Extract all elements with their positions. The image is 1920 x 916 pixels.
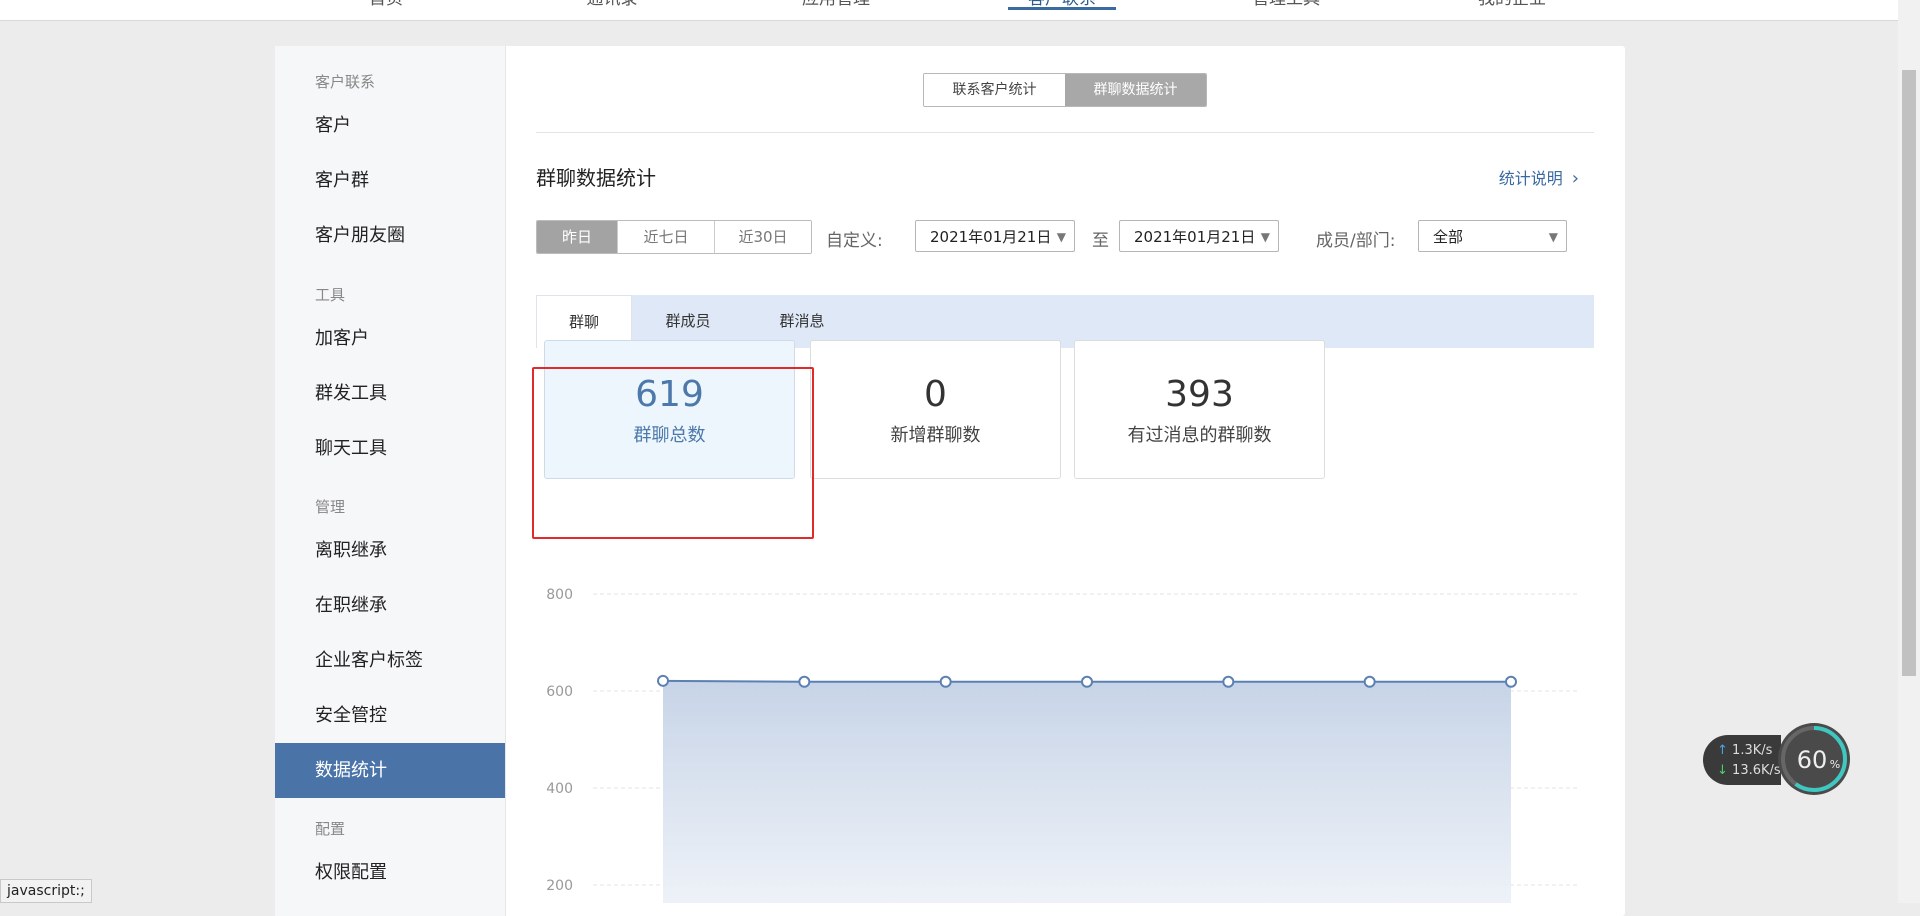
status-bar: javascript:; xyxy=(0,879,92,903)
sidebar-item-customer-tags[interactable]: 企业客户标签 xyxy=(275,633,505,688)
page-title: 群聊数据统计 xyxy=(536,166,656,190)
date-to-select[interactable]: 2021年01月21日 ▼ xyxy=(1119,220,1279,252)
data-point[interactable] xyxy=(1222,675,1235,688)
stats-explain-link[interactable]: 统计说明 › xyxy=(1499,165,1579,189)
sidebar-item-chat-tools[interactable]: 聊天工具 xyxy=(275,421,505,476)
group-trend-chart: 200 400 600 800 xyxy=(546,587,1580,903)
data-point[interactable] xyxy=(798,675,811,688)
caret-down-icon: ▼ xyxy=(1548,230,1558,244)
sidebar-item-permissions[interactable]: 权限配置 xyxy=(275,845,505,900)
tab-apps[interactable]: 应用管理 xyxy=(782,0,890,20)
sidebar-section-title: 工具 xyxy=(315,286,346,304)
sidebar-item-add-customer[interactable]: 加客户 xyxy=(275,311,505,366)
data-point[interactable] xyxy=(657,674,669,687)
highlight-box xyxy=(532,367,814,539)
stat-caption: 有过消息的群聊数 xyxy=(1127,425,1272,446)
range-30days[interactable]: 近30日 xyxy=(715,221,811,253)
y-tick-label: 600 xyxy=(546,684,573,700)
tab-tools[interactable]: 管理工具 xyxy=(1232,0,1340,20)
data-point[interactable] xyxy=(939,675,952,688)
sidebar-item-broadcast[interactable]: 群发工具 xyxy=(275,366,505,421)
upload-speed: 1.3K/s xyxy=(1732,743,1773,758)
sidebar-section-title: 管理 xyxy=(315,498,346,516)
sidebar-section-title: 配置 xyxy=(315,820,346,838)
data-point[interactable] xyxy=(1081,675,1093,688)
tab-contacts[interactable]: 通讯录 xyxy=(558,0,666,20)
segment-group-stats[interactable]: 群聊数据统计 xyxy=(1065,74,1206,106)
member-value: 全部 xyxy=(1433,228,1464,246)
date-from-select[interactable]: 2021年01月21日 ▼ xyxy=(915,220,1075,252)
stats-explain-label: 统计说明 xyxy=(1498,169,1563,188)
divider xyxy=(536,132,1594,133)
tab-enterprise[interactable]: 我的企业 xyxy=(1458,0,1566,20)
sidebar-section-title: 客户联系 xyxy=(315,73,376,91)
stat-value: 393 xyxy=(1165,374,1234,415)
y-tick-label: 200 xyxy=(546,878,573,894)
gauge-value: 60 xyxy=(1797,746,1828,774)
top-nav: 首页 通讯录 应用管理 客户联系 管理工具 我的企业 xyxy=(0,0,1898,21)
stat-caption: 新增群聊数 xyxy=(890,425,981,446)
data-point[interactable] xyxy=(1363,675,1376,688)
sidebar-item-moments[interactable]: 客户朋友圈 xyxy=(275,208,505,263)
sidebar-item-customers[interactable]: 客户 xyxy=(275,98,505,153)
chevron-right-icon: › xyxy=(1571,168,1579,189)
gauge-unit: % xyxy=(1830,758,1840,771)
sidebar-item-customer-groups[interactable]: 客户群 xyxy=(275,153,505,208)
member-label: 成员/部门: xyxy=(1316,231,1396,251)
scrollbar[interactable] xyxy=(1898,0,1920,903)
sidebar-item-onjob-inherit[interactable]: 在职继承 xyxy=(275,578,505,633)
network-speed-widget: ↑ 1.3K/s ↓ 13.6K/s xyxy=(1703,735,1781,785)
download-arrow-icon: ↓ xyxy=(1717,763,1728,778)
series-area xyxy=(663,680,1511,903)
y-tick-label: 400 xyxy=(546,781,573,797)
date-from-value: 2021年01月21日 xyxy=(930,228,1052,246)
segment-contact-stats[interactable]: 联系客户统计 xyxy=(924,74,1065,106)
custom-label: 自定义: xyxy=(826,231,883,251)
date-range-quick: 昨日 近七日 近30日 xyxy=(536,220,812,254)
sidebar-item-resigned-inherit[interactable]: 离职继承 xyxy=(275,523,505,578)
date-to-value: 2021年01月21日 xyxy=(1134,228,1256,246)
member-select[interactable]: 全部 ▼ xyxy=(1418,220,1567,252)
stat-card-active-groups[interactable]: 393 有过消息的群聊数 xyxy=(1074,340,1325,479)
range-7days[interactable]: 近七日 xyxy=(618,221,715,253)
stat-value: 0 xyxy=(924,374,947,415)
to-label: 至 xyxy=(1092,231,1109,251)
tab-home[interactable]: 首页 xyxy=(332,0,440,20)
y-tick-label: 800 xyxy=(546,587,573,603)
sidebar: 客户联系 客户 客户群 客户朋友圈 工具 加客户 群发工具 聊天工具 管理 离职… xyxy=(275,46,506,916)
sidebar-item-security[interactable]: 安全管控 xyxy=(275,688,505,743)
stat-card-new-groups[interactable]: 0 新增群聊数 xyxy=(810,340,1061,479)
sidebar-item-data-stats[interactable]: 数据统计 xyxy=(275,743,505,798)
range-yesterday[interactable]: 昨日 xyxy=(537,221,618,253)
caret-down-icon: ▼ xyxy=(1056,230,1066,244)
memory-gauge[interactable]: 60 % xyxy=(1776,721,1852,797)
scrollbar-thumb[interactable] xyxy=(1902,70,1916,676)
caret-down-icon: ▼ xyxy=(1260,230,1270,244)
tab-customer[interactable]: 客户联系 xyxy=(1008,0,1116,20)
upload-arrow-icon: ↑ xyxy=(1717,743,1728,758)
download-speed: 13.6K/s xyxy=(1732,763,1781,778)
data-point[interactable] xyxy=(1505,675,1517,688)
stats-type-segment: 联系客户统计 群聊数据统计 xyxy=(923,73,1207,107)
